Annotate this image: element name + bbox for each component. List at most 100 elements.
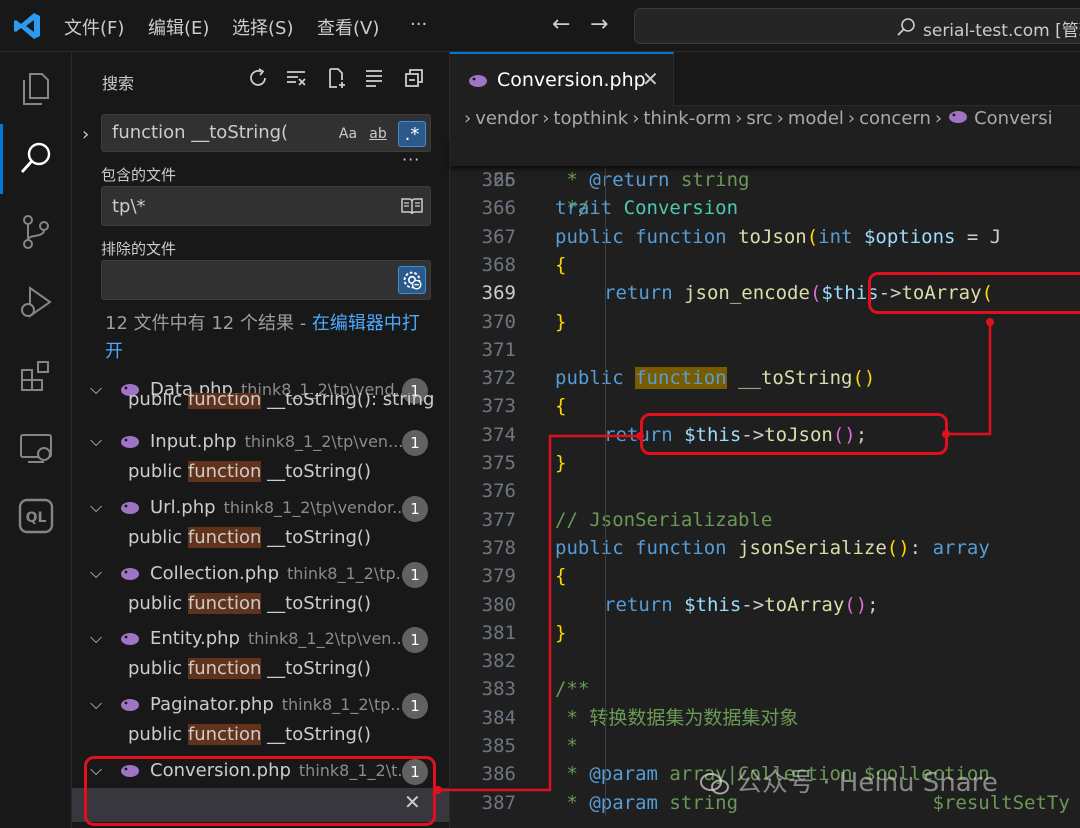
result-match-line[interactable]: public function __toString() (128, 461, 438, 491)
chevron-down-icon[interactable]: ⌵ (90, 694, 102, 714)
breadcrumb-separator: › (776, 108, 784, 129)
result-file-row[interactable]: ⌵ Collection.php think8_1_2\tp... 1 (72, 559, 449, 591)
chevron-down-icon[interactable]: ⌵ (90, 563, 102, 583)
code-line[interactable]: 381} (450, 619, 1080, 647)
menu-file[interactable]: 文件(F) (64, 14, 124, 40)
include-files-input[interactable]: tp\* (101, 186, 431, 226)
result-match-line[interactable]: public function __toString() (128, 658, 438, 688)
chevron-down-icon[interactable]: ⌵ (90, 497, 102, 517)
result-count-badge: 1 (402, 496, 428, 522)
refresh-icon[interactable] (246, 66, 270, 90)
code-line[interactable]: 382 (450, 647, 1080, 675)
code-line[interactable]: 385 * (450, 732, 1080, 760)
chevron-down-icon[interactable]: ⌵ (90, 628, 102, 648)
result-match-line[interactable]: public function __toString() (128, 724, 438, 754)
result-count-badge: 1 (402, 627, 428, 653)
use-regex-toggle[interactable]: .* (398, 121, 426, 147)
tab-conversion-php[interactable]: Conversion.php ✕ (450, 52, 674, 106)
result-summary: 12 文件中有 12 个结果 - 在编辑器中打开 (105, 310, 425, 366)
line-number: 372 (481, 367, 516, 390)
code-line[interactable]: 366 */ (450, 194, 1080, 222)
code-text: { (555, 395, 567, 418)
source-control-icon[interactable] (16, 212, 56, 252)
line-number: 384 (481, 706, 516, 729)
chevron-down-icon[interactable]: ⌵ (90, 431, 102, 451)
code-line[interactable]: 380 return $this->toArray(); (450, 591, 1080, 619)
result-file-name: Collection.php think8_1_2\tp... (150, 563, 411, 584)
menu-more[interactable]: ··· (410, 14, 427, 35)
extensions-icon[interactable] (16, 356, 56, 396)
code-line[interactable]: 377 // JsonSerializable (450, 506, 1080, 534)
code-line[interactable]: 384 * 转换数据集为数据集对象 (450, 704, 1080, 732)
result-file-row[interactable]: ⌵ Paginator.php think8_1_2\tp... 1 (72, 690, 449, 722)
code-line[interactable]: 379 { (450, 562, 1080, 590)
result-file-name: Input.php think8_1_2\tp\ven... (150, 431, 404, 452)
breadcrumb-item[interactable]: think-orm (643, 108, 731, 129)
toggle-search-details-icon[interactable]: ··· (402, 150, 420, 169)
code-line[interactable]: 383 /** (450, 675, 1080, 703)
book-icon[interactable] (400, 196, 424, 216)
search-icon[interactable] (16, 138, 56, 178)
result-count-badge: 1 (402, 562, 428, 588)
menu-edit[interactable]: 编辑(E) (148, 14, 209, 40)
menu-selection[interactable]: 选择(S) (232, 14, 293, 40)
line-number: 387 (481, 791, 516, 814)
code-line[interactable]: 378 public function jsonSerialize(): arra… (450, 534, 1080, 562)
gear-icon (403, 271, 422, 290)
code-line[interactable]: 376 (450, 477, 1080, 505)
result-match-line[interactable]: public function __toString() (128, 593, 438, 623)
result-match-line[interactable]: public function __toString(): string (128, 393, 438, 409)
codeql-icon[interactable]: QL (16, 496, 56, 536)
exclude-files-input[interactable] (101, 260, 431, 300)
sticky-scroll-line[interactable]: 26 trait Conversion (450, 138, 1080, 219)
code-text: } (555, 621, 567, 644)
nav-forward-icon[interactable]: → (590, 12, 608, 37)
code-line[interactable]: 371 (450, 336, 1080, 364)
match-whole-word-toggle[interactable]: ab (364, 121, 392, 147)
remote-explorer-icon[interactable] (16, 428, 56, 468)
php-file-icon (121, 633, 139, 645)
result-file-row[interactable]: ⌵ Url.php think8_1_2\tp\vendor... 1 (72, 493, 449, 525)
breadcrumb-separator: › (934, 108, 943, 129)
match-case-toggle[interactable]: Aa (336, 121, 360, 147)
breadcrumb-item[interactable]: topthink (553, 108, 628, 129)
breadcrumb: › vendor › topthink › think-orm › src › model › con… (450, 108, 1080, 136)
result-file-path: think8_1_2\tp... (281, 695, 406, 714)
line-number: 368 (481, 253, 516, 276)
line-number: 26 (493, 169, 516, 191)
line-number: 373 (481, 395, 516, 418)
nav-back-icon[interactable]: ← (552, 12, 570, 37)
breadcrumb-item[interactable]: src (746, 108, 772, 129)
code-line[interactable]: 372 public function __toString() (450, 364, 1080, 392)
collapse-all-icon[interactable] (402, 66, 426, 90)
new-search-editor-icon[interactable] (324, 66, 348, 90)
svg-text:QL: QL (26, 510, 47, 526)
toggle-replace-chevron-icon[interactable]: › (82, 124, 89, 145)
result-file-row[interactable]: ⌵ Entity.php think8_1_2\tp\ven... 1 (72, 624, 449, 656)
result-file-row[interactable]: ⌵ Input.php think8_1_2\tp\ven... 1 (72, 427, 449, 459)
view-as-tree-icon[interactable] (362, 66, 386, 90)
breadcrumb-item[interactable]: concern (859, 108, 931, 129)
breadcrumb-item[interactable]: model (788, 108, 844, 129)
result-match-line[interactable]: public function __toString() (128, 527, 438, 557)
code-text: { (555, 565, 567, 588)
tab-close-icon[interactable]: ✕ (642, 67, 659, 91)
breadcrumb-item[interactable]: Conversi (974, 108, 1053, 129)
result-file-path: think8_1_2\tp\ven... (247, 629, 407, 648)
use-exclude-settings-button[interactable] (398, 266, 426, 294)
exclude-files-label: 排除的文件 (101, 240, 177, 258)
match-highlight: function (187, 527, 262, 548)
command-center[interactable]: serial-test.com [管理 (634, 8, 1080, 44)
run-debug-icon[interactable] (16, 282, 56, 322)
code-line[interactable]: 365 * @return string (450, 166, 1080, 194)
chevron-down-icon[interactable]: ⌵ (90, 379, 102, 399)
explorer-icon[interactable] (16, 68, 56, 108)
tab-label: Conversion.php (497, 69, 646, 91)
match-highlight: function (187, 593, 262, 614)
clear-results-icon[interactable] (284, 66, 308, 90)
breadcrumb-item[interactable]: vendor (475, 108, 538, 129)
menu-view[interactable]: 查看(V) (317, 14, 379, 40)
line-number: 386 (481, 763, 516, 786)
code-line[interactable]: 367 public function toJson(int $options =… (450, 223, 1080, 251)
search-input[interactable]: function __toString( Aa ab .* (101, 114, 431, 152)
